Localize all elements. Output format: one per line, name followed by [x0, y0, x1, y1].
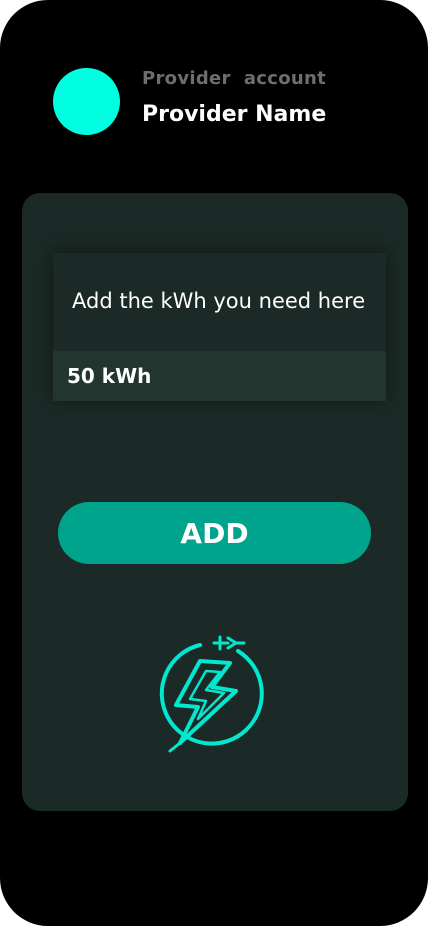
provider-name: Provider Name	[142, 102, 327, 127]
avatar[interactable]	[53, 68, 120, 135]
add-button[interactable]: ADD	[58, 502, 371, 564]
phone-frame: Provider account Provider Name Add the k…	[0, 0, 428, 926]
kwh-input-label: Add the kWh you need here	[72, 289, 366, 313]
kwh-input-value[interactable]: 50 kWh	[67, 364, 151, 388]
lightning-plug-icon	[150, 633, 270, 753]
account-label: Provider account	[142, 68, 327, 89]
kwh-input-field[interactable]: 50 kWh	[53, 351, 386, 401]
kwh-input-box[interactable]: Add the kWh you need here 50 kWh	[53, 253, 386, 401]
energy-card: Add the kWh you need here 50 kWh ADD	[22, 193, 408, 811]
